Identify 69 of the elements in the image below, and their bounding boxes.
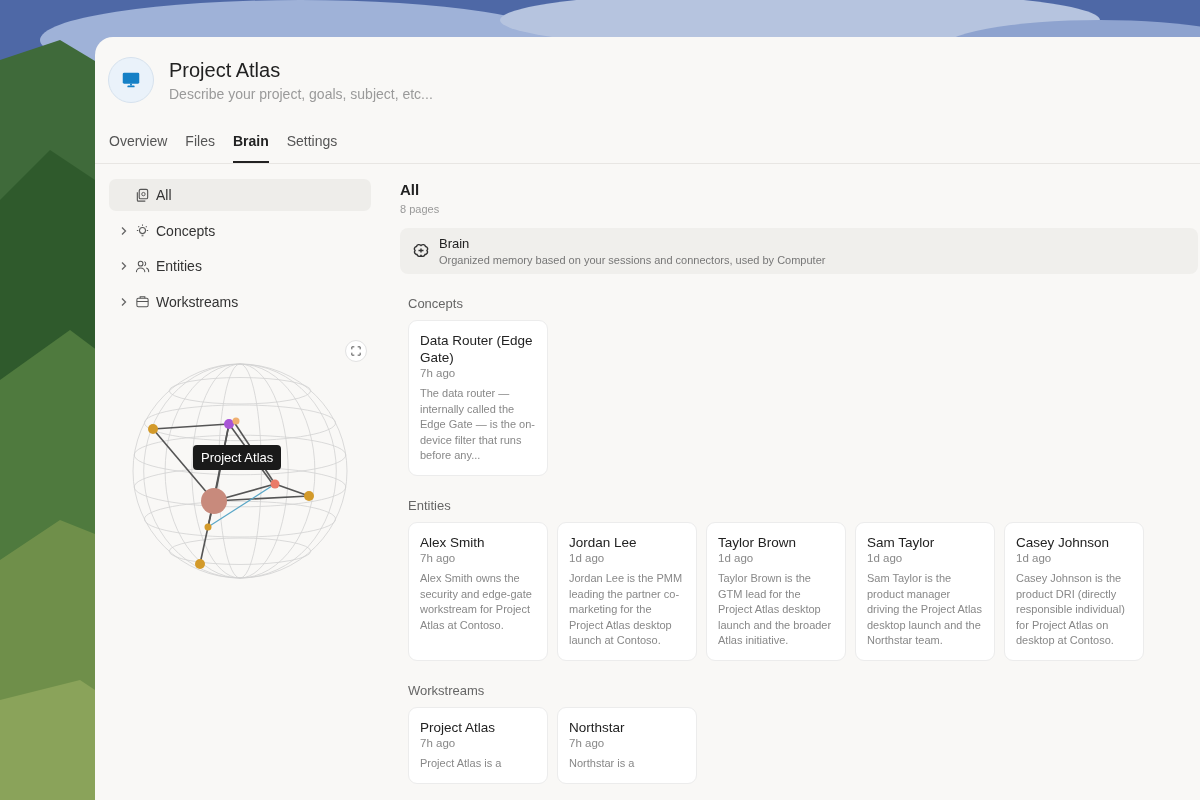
tab[interactable]: Overview: [109, 125, 168, 163]
banner-title: Brain: [439, 236, 471, 251]
card-time: 1d ago: [718, 551, 755, 564]
page-card[interactable]: Northstar 7h ago Northstar is a: [557, 706, 697, 784]
section-title: All: [400, 181, 421, 198]
tab[interactable]: Brain: [232, 125, 269, 163]
page-card[interactable]: Casey Johnson 1d ago Casey Johnson is the product DRI (directly responsible individual) for Project Atlas on desktop at Contoso.: [1004, 521, 1144, 661]
card-title: Sam Taylor: [867, 533, 936, 551]
brain-icon: [412, 242, 430, 260]
graph-node[interactable]: [232, 417, 240, 424]
chevron-icon: [119, 296, 129, 307]
section-heading: Concepts: [408, 296, 464, 311]
monitor-icon[interactable]: [108, 57, 154, 103]
graph-node[interactable]: [201, 487, 227, 514]
graph-node[interactable]: [148, 423, 158, 434]
page-card[interactable]: Jordan Lee 1d ago Jordan Lee is the PMM leading the partner co-marketing for the Project Atlas desktop launch at Contoso.: [557, 521, 697, 661]
description-field[interactable]: Describe your project, goals, subject, etc...: [169, 85, 489, 102]
sidebar-item[interactable]: Entities: [109, 250, 371, 282]
section-heading: Workstreams: [408, 682, 486, 698]
lightbulb-icon: [135, 223, 150, 238]
banner-description: Organized memory based on your sessions and connectors, used by Computer: [439, 254, 826, 266]
card-title: Alex Smith: [420, 533, 486, 551]
people-icon: [135, 258, 150, 274]
card-time: 1d ago: [867, 551, 904, 564]
card-time: 1d ago: [1016, 551, 1053, 564]
card-description: Alex Smith owns the security and edge-gate workstream for Project Atlas at Contoso.: [420, 570, 533, 633]
card-time: 7h ago: [569, 736, 606, 749]
sidebar-item[interactable]: All: [109, 179, 371, 211]
card-description: Northstar is a: [569, 755, 636, 771]
node-tooltip: Project Atlas: [193, 444, 282, 470]
graph-node[interactable]: [204, 523, 212, 530]
page-card[interactable]: Taylor Brown 1d ago Taylor Brown is the GTM lead for the Project Atlas desktop launch and the broader Atlas initiative.: [706, 521, 846, 661]
card-description: Taylor Brown is the GTM lead for the Project Atlas desktop launch and the broader Atlas initiative.: [718, 570, 833, 649]
project-title: Project Atlas: [169, 58, 282, 82]
page-count: 8 pages: [400, 203, 441, 215]
card-time: 7h ago: [420, 367, 457, 379]
card-title: Jordan Lee: [569, 533, 638, 551]
brain-banner[interactable]: Brain Organized memory based on your sessions and connectors, used by Computer: [400, 228, 1198, 274]
graph-node[interactable]: [195, 558, 205, 569]
graph-node[interactable]: [270, 479, 280, 488]
card-description: Casey Johnson is the product DRI (directly responsible individual) for Project Atlas on desktop at Contoso.: [1016, 570, 1126, 649]
card-time: 7h ago: [420, 551, 457, 564]
sidebar-item[interactable]: Workstreams: [109, 285, 371, 318]
chevron-icon: [119, 225, 129, 236]
pages-icon: [135, 187, 150, 203]
card-description: The data router — internally called the Edge Gate — is the on-device filter that runs before any...: [420, 386, 536, 464]
card-description: Project Atlas is a: [420, 755, 503, 771]
page-card[interactable]: Data Router (Edge Gate) 7h ago The data router — internally called the Edge Gate — is the on-device filter that runs before any...: [408, 320, 548, 476]
page-card[interactable]: Project Atlas 7h ago Project Atlas is a: [408, 706, 548, 784]
card-title: Project Atlas: [420, 718, 497, 736]
page-card[interactable]: Alex Smith 7h ago Alex Smith owns the security and edge-gate workstream for Project Atlas at Contoso.: [408, 521, 548, 661]
chevron-icon: [119, 261, 129, 271]
graph-node[interactable]: [224, 418, 234, 429]
card-title: Taylor Brown: [718, 533, 798, 551]
card-title: Northstar: [569, 718, 626, 736]
sidebar-item[interactable]: Concepts: [109, 214, 371, 247]
card-title: Data Router (Edge Gate): [420, 332, 534, 366]
card-time: 7h ago: [420, 736, 457, 749]
page-card[interactable]: Sam Taylor 1d ago Sam Taylor is the product manager driving the Project Atlas desktop launch and the Northstar team.: [855, 521, 995, 661]
briefcase-icon: [135, 294, 150, 309]
section-heading: Entities: [408, 497, 452, 513]
card-description: Sam Taylor is the product manager driving the Project Atlas desktop launch and the Northstar team.: [867, 570, 983, 649]
tab[interactable]: Settings: [286, 125, 338, 163]
card-title: Casey Johnson: [1016, 533, 1111, 551]
graph-node[interactable]: [304, 490, 314, 501]
card-description: Jordan Lee is the PMM leading the partner co-marketing for the Project Atlas desktop launch at Contoso.: [569, 570, 684, 649]
card-time: 1d ago: [569, 551, 606, 564]
expand-icon[interactable]: [345, 339, 367, 362]
tab[interactable]: Files: [185, 125, 215, 163]
